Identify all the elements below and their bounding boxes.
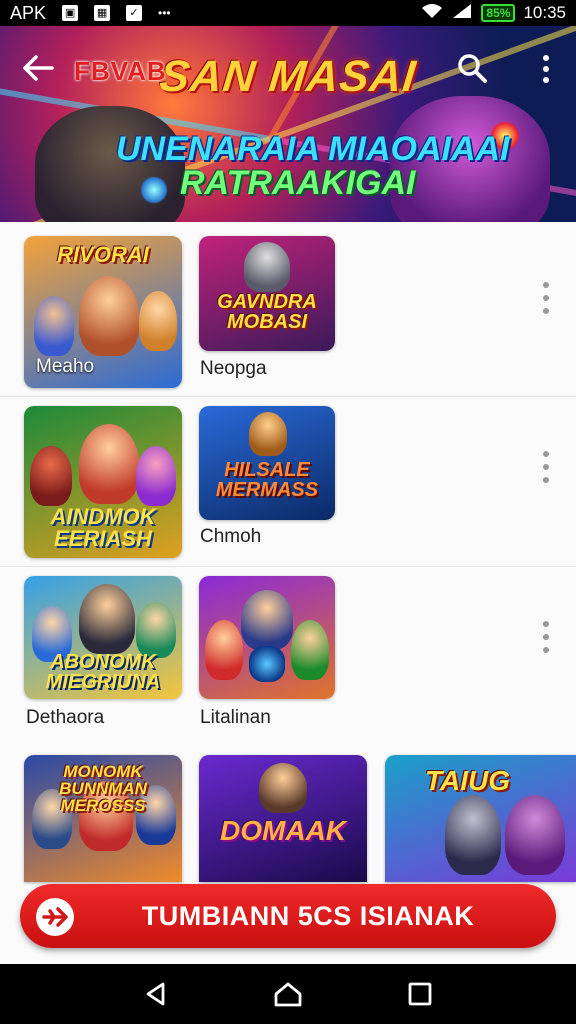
glow-orb-illustration	[140, 176, 168, 204]
list-row: ABONOMK MIEGRIUNA Dethaora Litalinan	[0, 567, 576, 739]
app-bar: FBVAB SAN MASAI	[0, 26, 576, 110]
game-art-title: HILSALE MERMASS	[215, 459, 319, 501]
game-art-title: GAVNDRA MOBASI	[217, 291, 317, 333]
game-tile[interactable]: RIVORAI Meaho	[24, 236, 182, 388]
game-art-title: TAIUG	[425, 765, 511, 796]
search-icon[interactable]	[456, 52, 488, 84]
carrier-label: APK	[10, 2, 47, 23]
game-character-art	[30, 446, 72, 506]
page-title: SAN MASAI	[157, 52, 419, 101]
game-art-title: AINDMOK EERIASH	[50, 504, 156, 551]
game-tile[interactable]	[199, 576, 335, 699]
game-character-art	[205, 620, 243, 680]
game-caption: Meaho	[36, 356, 95, 377]
game-art-title: RIVORAI	[57, 242, 149, 267]
more-vert-icon[interactable]	[536, 54, 556, 84]
game-character-art	[136, 446, 176, 506]
battery-indicator: 85%	[481, 4, 516, 22]
game-character-art	[259, 763, 307, 813]
game-character-art	[241, 590, 293, 650]
primary-action-button[interactable]: TUMBIANN 5CS ISIANAK	[20, 884, 556, 948]
game-character-art	[291, 620, 329, 680]
game-art-title: MONOMK BUNNMAN MEROSSS	[59, 762, 147, 815]
game-tile[interactable]: MONOMK BUNNMAN MEROSSS	[24, 755, 182, 882]
game-character-art	[136, 602, 176, 658]
app-name: FBVAB	[74, 56, 167, 86]
list-row: RIVORAI Meaho GAVNDRA MOBASI Neopga	[0, 222, 576, 397]
game-list: RIVORAI Meaho GAVNDRA MOBASI Neopga AIND…	[0, 222, 576, 882]
game-tile[interactable]: GAVNDRA MOBASI	[199, 236, 335, 351]
game-tile[interactable]: AINDMOK EERIASH	[24, 406, 182, 558]
game-caption[interactable]: Litalinan	[200, 707, 271, 729]
signal-icon	[451, 3, 473, 24]
game-character-art	[249, 412, 287, 456]
recents-icon[interactable]	[400, 974, 440, 1014]
hero-subtitle-line2: RATRAAKIGAI	[180, 164, 416, 202]
more-vert-icon[interactable]	[538, 619, 554, 655]
game-art-title: ABONOMK MIEGRIUNA	[45, 651, 161, 693]
game-character-art	[79, 276, 139, 356]
check-notification-icon: ✓	[126, 5, 143, 21]
game-character-art	[244, 242, 290, 292]
game-character-art	[79, 424, 139, 504]
game-character-art	[79, 584, 135, 654]
shield-icon	[249, 646, 285, 682]
game-tile[interactable]: HILSALE MERMASS	[199, 406, 335, 520]
game-art-title: DOMAAK	[220, 815, 346, 846]
clock: 10:35	[523, 3, 566, 22]
more-vert-icon[interactable]	[538, 449, 554, 485]
system-nav-bar	[0, 964, 576, 1024]
list-row: AINDMOK EERIASH HILSALE MERMASS Chmoh	[0, 397, 576, 567]
plane-icon	[36, 898, 74, 936]
back-arrow-icon[interactable]	[22, 54, 54, 82]
primary-action-label: TUMBIANN 5CS ISIANAK	[141, 900, 475, 931]
list-row: MONOMK BUNNMAN MEROSSS DOMAAK TAIUG	[0, 739, 576, 882]
game-tile[interactable]: TAIUG	[385, 755, 576, 882]
game-tile[interactable]: DOMAAK	[199, 755, 367, 882]
game-caption[interactable]: Neopga	[200, 358, 267, 380]
wifi-icon	[421, 3, 443, 24]
game-character-art	[34, 296, 74, 356]
status-bar: APK ▣ ▦ ✓ ••• 85% 10:35	[0, 0, 576, 26]
app-notification-icon: ▣	[62, 5, 79, 21]
game-tile[interactable]: ABONOMK MIEGRIUNA	[24, 576, 182, 699]
image-notification-icon: ▦	[94, 5, 111, 21]
game-caption[interactable]: Chmoh	[200, 526, 261, 548]
game-caption[interactable]: Dethaora	[26, 707, 104, 729]
home-icon[interactable]	[268, 974, 308, 1014]
more-notifications-icon: •••	[158, 6, 171, 20]
game-character-art	[505, 795, 565, 875]
game-character-art	[139, 291, 177, 351]
game-character-art	[445, 795, 501, 875]
back-icon[interactable]	[136, 974, 176, 1014]
more-vert-icon[interactable]	[538, 280, 554, 316]
